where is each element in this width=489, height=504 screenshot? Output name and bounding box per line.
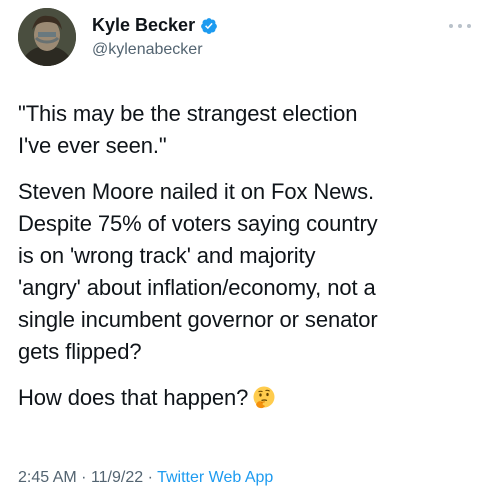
tweet-text: "This may be the strangest election I've… xyxy=(18,98,480,428)
more-options-icon[interactable] xyxy=(449,20,471,32)
tweet-paragraph-main: Steven Moore nailed it on Fox News. Desp… xyxy=(18,179,378,364)
meta-separator: · xyxy=(81,469,87,486)
tweet-time[interactable]: 2:45 AM xyxy=(18,469,77,486)
tweet-source[interactable]: Twitter Web App xyxy=(157,469,273,486)
tweet-date[interactable]: 11/9/22 xyxy=(91,469,143,486)
tweet-question-text: How does that happen? xyxy=(18,385,249,410)
avatar[interactable] xyxy=(18,8,76,66)
tweet-paragraph-question: How does that happen? xyxy=(18,382,480,414)
tweet-paragraph-quote: "This may be the strangest election I've… xyxy=(18,101,358,158)
author-display-name[interactable]: Kyle Becker xyxy=(92,14,195,36)
verified-badge-icon xyxy=(200,17,218,35)
meta-separator: · xyxy=(147,469,153,486)
tweet-meta: 2:45 AM · 11/9/22 · Twitter Web App xyxy=(18,468,273,488)
thinking-face-icon xyxy=(252,385,276,409)
author-handle[interactable]: @kylenabecker xyxy=(92,40,203,60)
author-name-row: Kyle Becker xyxy=(92,14,218,36)
